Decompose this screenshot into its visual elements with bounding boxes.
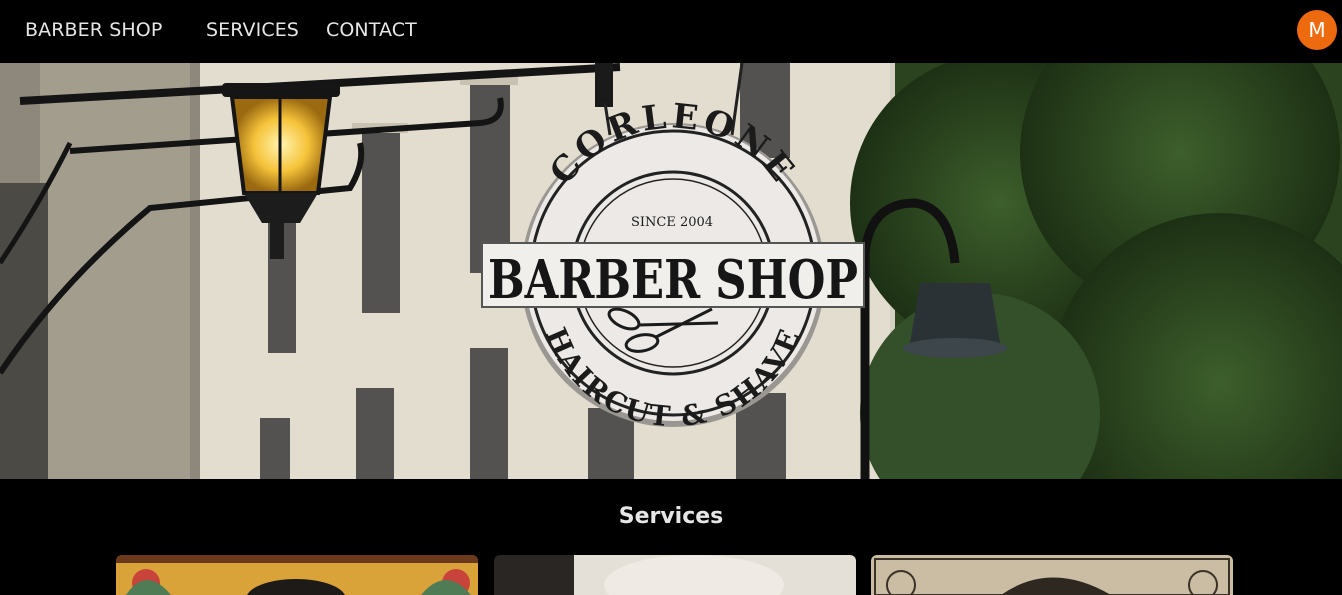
services-heading: Services	[618, 504, 724, 529]
salon-photo-image	[494, 555, 856, 595]
brand-link[interactable]: BARBER SHOP	[25, 19, 162, 41]
hero-banner: CORLEONE SINCE 2004 BARBER SHOP HAIRCUT …	[0, 63, 1342, 479]
nav-link-services[interactable]: SERVICES	[206, 19, 299, 41]
sign-since: SINCE 2004	[631, 215, 713, 230]
service-card-3[interactable]	[871, 555, 1233, 595]
service-card-1[interactable]	[116, 555, 478, 595]
engraved-portrait-image	[871, 555, 1233, 595]
hero-image: CORLEONE SINCE 2004 BARBER SHOP HAIRCUT …	[0, 63, 1342, 479]
service-card-2[interactable]	[494, 555, 856, 595]
sign-main: BARBER SHOP	[488, 249, 858, 311]
illustrated-portrait-image	[116, 555, 478, 595]
top-navbar: BARBER SHOP SERVICES CONTACT M	[0, 0, 1342, 63]
nav-link-contact[interactable]: CONTACT	[326, 19, 417, 41]
user-avatar[interactable]: M	[1297, 10, 1337, 50]
